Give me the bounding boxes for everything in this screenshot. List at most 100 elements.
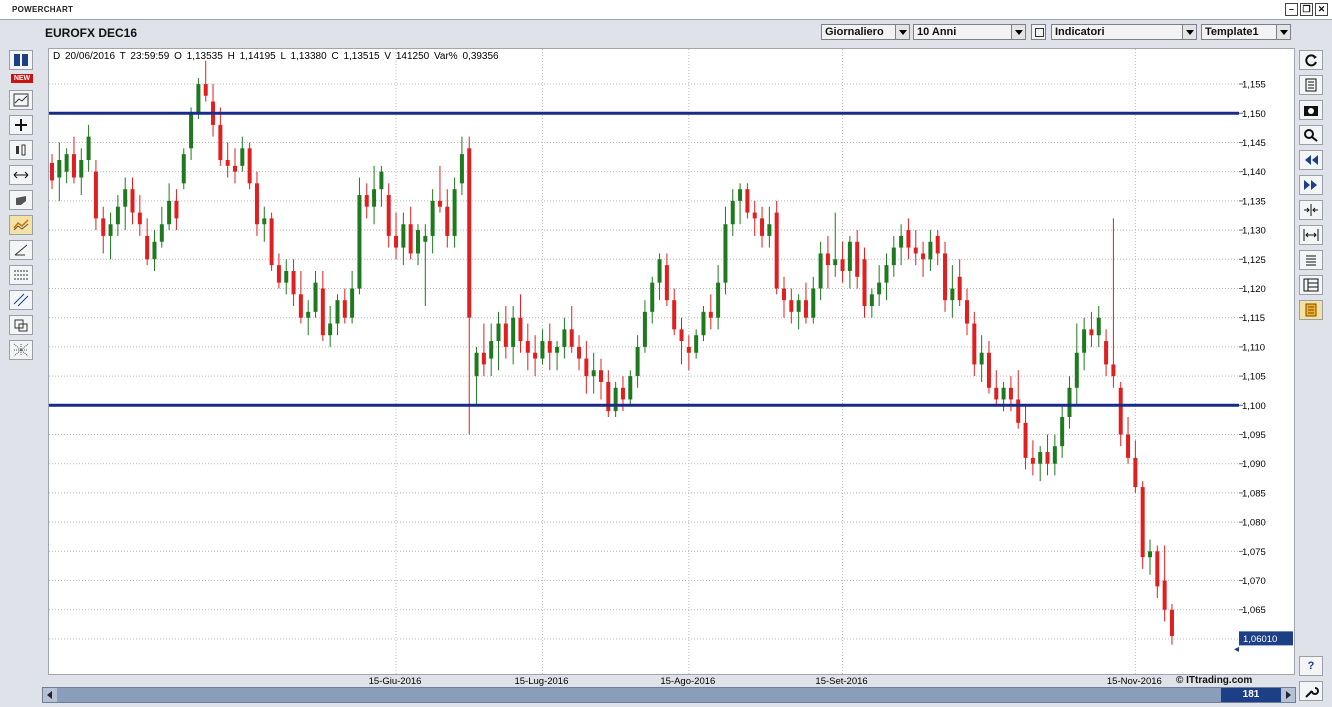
chart-scrollbar[interactable]: 181: [42, 687, 1296, 703]
grid-pattern-icon[interactable]: [9, 340, 33, 360]
ohlc-date: D 20/06/2016: [53, 51, 116, 62]
chart-type-icon[interactable]: [9, 90, 33, 110]
restore-icon[interactable]: ❐: [1300, 3, 1313, 16]
notes-icon[interactable]: [1299, 300, 1323, 320]
candle-body: [1030, 457, 1035, 464]
candle: [71, 136, 76, 184]
candle: [408, 206, 413, 260]
candle-icon[interactable]: [9, 140, 33, 160]
y-tick-label: 1,125: [1242, 255, 1266, 266]
candle: [123, 177, 128, 231]
y-tick-label: 1,130: [1242, 226, 1266, 237]
refresh-icon[interactable]: [1299, 50, 1323, 70]
expand-icon[interactable]: [1299, 225, 1323, 245]
chevron-down-icon[interactable]: [1011, 25, 1025, 39]
ohlc-volume: V 141250: [384, 51, 430, 62]
y-tick-label: 1,105: [1242, 372, 1266, 383]
candle-body: [240, 148, 245, 166]
candle-body: [752, 212, 757, 219]
candle-body: [1038, 452, 1043, 464]
indicator-line-icon[interactable]: [9, 215, 33, 235]
range-select[interactable]: 10 Anni: [913, 24, 1026, 40]
candle-body: [540, 341, 545, 359]
candle: [247, 142, 252, 190]
period-select[interactable]: Giornaliero: [821, 24, 910, 40]
close-icon[interactable]: ✕: [1315, 3, 1328, 16]
candle: [752, 200, 757, 236]
y-tick-label: 1,100: [1242, 401, 1266, 412]
compress-icon[interactable]: [1299, 200, 1323, 220]
candle: [672, 288, 677, 336]
price-axis[interactable]: 1,155 1,150 1,145 1,140 1,135 1,130 1,125 1,120…: [1239, 48, 1295, 675]
calendar-icon[interactable]: [1031, 24, 1046, 40]
candle-body: [943, 253, 948, 301]
candle: [994, 370, 999, 406]
candle-body: [452, 189, 457, 236]
x-tick-label: 15-Nov-2016: [1107, 676, 1162, 687]
candle: [657, 253, 662, 301]
period-value: Giornaliero: [825, 26, 884, 38]
search-icon[interactable]: [1299, 125, 1323, 145]
candle-body: [181, 154, 186, 184]
crosshair-icon[interactable]: [9, 115, 33, 135]
candle-body: [906, 230, 911, 248]
scroll-right-icon[interactable]: [1281, 688, 1295, 702]
y-tick-label: 1,090: [1242, 459, 1266, 470]
candle-body: [525, 341, 530, 353]
chevron-down-icon[interactable]: [895, 25, 909, 39]
wrench-icon[interactable]: [1299, 681, 1323, 701]
candle: [1016, 370, 1021, 429]
y-tick-label: 1,095: [1242, 430, 1266, 441]
print-icon[interactable]: [1299, 75, 1323, 95]
candle-body: [760, 218, 765, 236]
indicators-select[interactable]: Indicatori: [1051, 24, 1197, 40]
chart-plot-area[interactable]: D 20/06/2016 T 23:59:59 O 1,13535 H 1,14…: [48, 48, 1241, 675]
candle: [342, 288, 347, 324]
candle-body: [979, 352, 984, 365]
fibonacci-icon[interactable]: [9, 265, 33, 285]
candle-body: [284, 270, 289, 283]
candle-body: [1067, 387, 1072, 417]
zoom-box-icon[interactable]: [9, 315, 33, 335]
candle-body: [1126, 434, 1131, 458]
candlestick-chart[interactable]: [49, 49, 1240, 674]
candle-body: [1089, 329, 1094, 336]
candle: [254, 171, 259, 236]
panel-layout-icon[interactable]: [1299, 275, 1323, 295]
candle: [599, 358, 603, 400]
candle-body: [1052, 446, 1057, 464]
camera-icon[interactable]: [1299, 100, 1323, 120]
scroll-left-icon[interactable]: [43, 688, 57, 702]
chevron-down-icon[interactable]: [1276, 25, 1290, 39]
scroll-thumb[interactable]: 181: [1221, 688, 1281, 702]
hand-icon[interactable]: [9, 190, 33, 210]
time-axis[interactable]: 15-Giu-2016 15-Lug-2016 15-Ago-2016 15-Set-…: [48, 674, 1294, 687]
candle: [306, 300, 311, 336]
candle-body: [159, 224, 164, 242]
candle: [855, 230, 860, 289]
rewind-icon[interactable]: [1299, 150, 1323, 170]
horizontal-measure-icon[interactable]: [9, 165, 33, 185]
template-select[interactable]: Template1: [1201, 24, 1291, 40]
candle-body: [1045, 452, 1050, 464]
candle-body: [1060, 416, 1065, 447]
candle: [1111, 218, 1116, 388]
help-button[interactable]: ?: [1299, 656, 1323, 676]
trendline-icon[interactable]: [9, 240, 33, 260]
candle: [57, 142, 62, 201]
candle-body: [569, 329, 574, 347]
minimize-icon[interactable]: –: [1285, 3, 1298, 16]
candle-body: [584, 358, 589, 377]
candle-body: [599, 370, 603, 382]
layout-icon[interactable]: [9, 50, 33, 70]
candle: [152, 230, 157, 271]
candle: [503, 306, 508, 359]
channel-icon[interactable]: [9, 290, 33, 310]
candle-body: [342, 300, 347, 318]
list-icon[interactable]: [1299, 250, 1323, 270]
fast-forward-icon[interactable]: [1299, 175, 1323, 195]
candle-body: [313, 282, 318, 312]
chevron-down-icon[interactable]: [1182, 25, 1196, 39]
candle: [211, 84, 216, 137]
ohlc-high: H 1,14195: [227, 51, 276, 62]
